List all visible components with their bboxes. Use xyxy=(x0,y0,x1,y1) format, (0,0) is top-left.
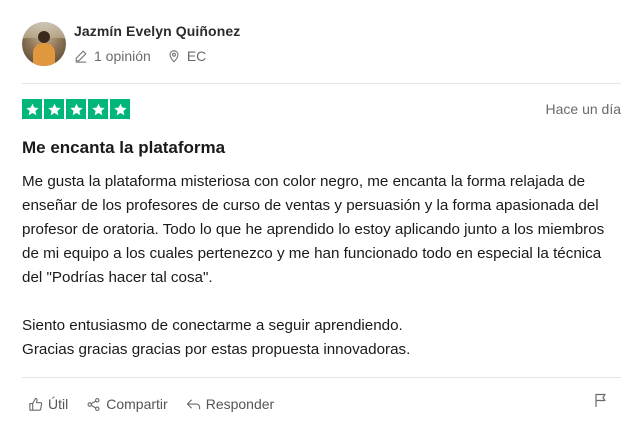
star-icon xyxy=(88,99,108,119)
review-body: Me gusta la plataforma misteriosa con co… xyxy=(22,170,622,362)
rating-row: Hace un día xyxy=(22,98,621,120)
reviewer-header: Jazmín Evelyn Quiñonez 1 opinión EC xyxy=(22,20,240,68)
review-card: Jazmín Evelyn Quiñonez 1 opinión EC Hace… xyxy=(0,0,643,432)
footer-divider xyxy=(22,377,621,378)
share-label: Compartir xyxy=(106,396,168,412)
review-paragraph: Me gusta la plataforma misteriosa con co… xyxy=(22,173,605,286)
star-icon xyxy=(110,99,130,119)
useful-label: Útil xyxy=(48,396,69,412)
review-count: 1 opinión xyxy=(74,48,151,64)
thumbs-up-icon xyxy=(29,397,43,411)
location-pin-icon xyxy=(169,49,179,63)
reply-button[interactable]: Responder xyxy=(186,396,275,412)
review-actions: Útil Compartir Responder xyxy=(28,392,621,416)
reviewer-country: EC xyxy=(167,48,206,64)
review-count-label: 1 opinión xyxy=(94,47,151,64)
reviewer-name[interactable]: Jazmín Evelyn Quiñonez xyxy=(74,23,240,39)
reviewer-meta: 1 opinión EC xyxy=(74,48,240,64)
review-paragraph: Siento entusiasmo de conectarme a seguir… xyxy=(22,317,411,358)
review-title[interactable]: Me encanta la plataforma xyxy=(22,138,225,158)
useful-button[interactable]: Útil xyxy=(28,396,68,412)
share-icon xyxy=(87,397,100,411)
reviewer-info: Jazmín Evelyn Quiñonez 1 opinión EC xyxy=(74,23,240,64)
review-date: Hace un día xyxy=(545,101,622,117)
star-icon xyxy=(44,99,64,119)
header-divider xyxy=(22,83,621,84)
star-icon xyxy=(66,99,86,119)
country-code: EC xyxy=(186,47,207,64)
share-button[interactable]: Compartir xyxy=(86,396,168,412)
avatar[interactable] xyxy=(22,22,66,66)
reply-label: Responder xyxy=(205,396,275,412)
flag-icon[interactable] xyxy=(593,392,609,408)
star-icon xyxy=(22,99,42,119)
pencil-icon xyxy=(75,49,87,63)
star-rating xyxy=(22,99,132,119)
reply-icon xyxy=(186,398,200,409)
